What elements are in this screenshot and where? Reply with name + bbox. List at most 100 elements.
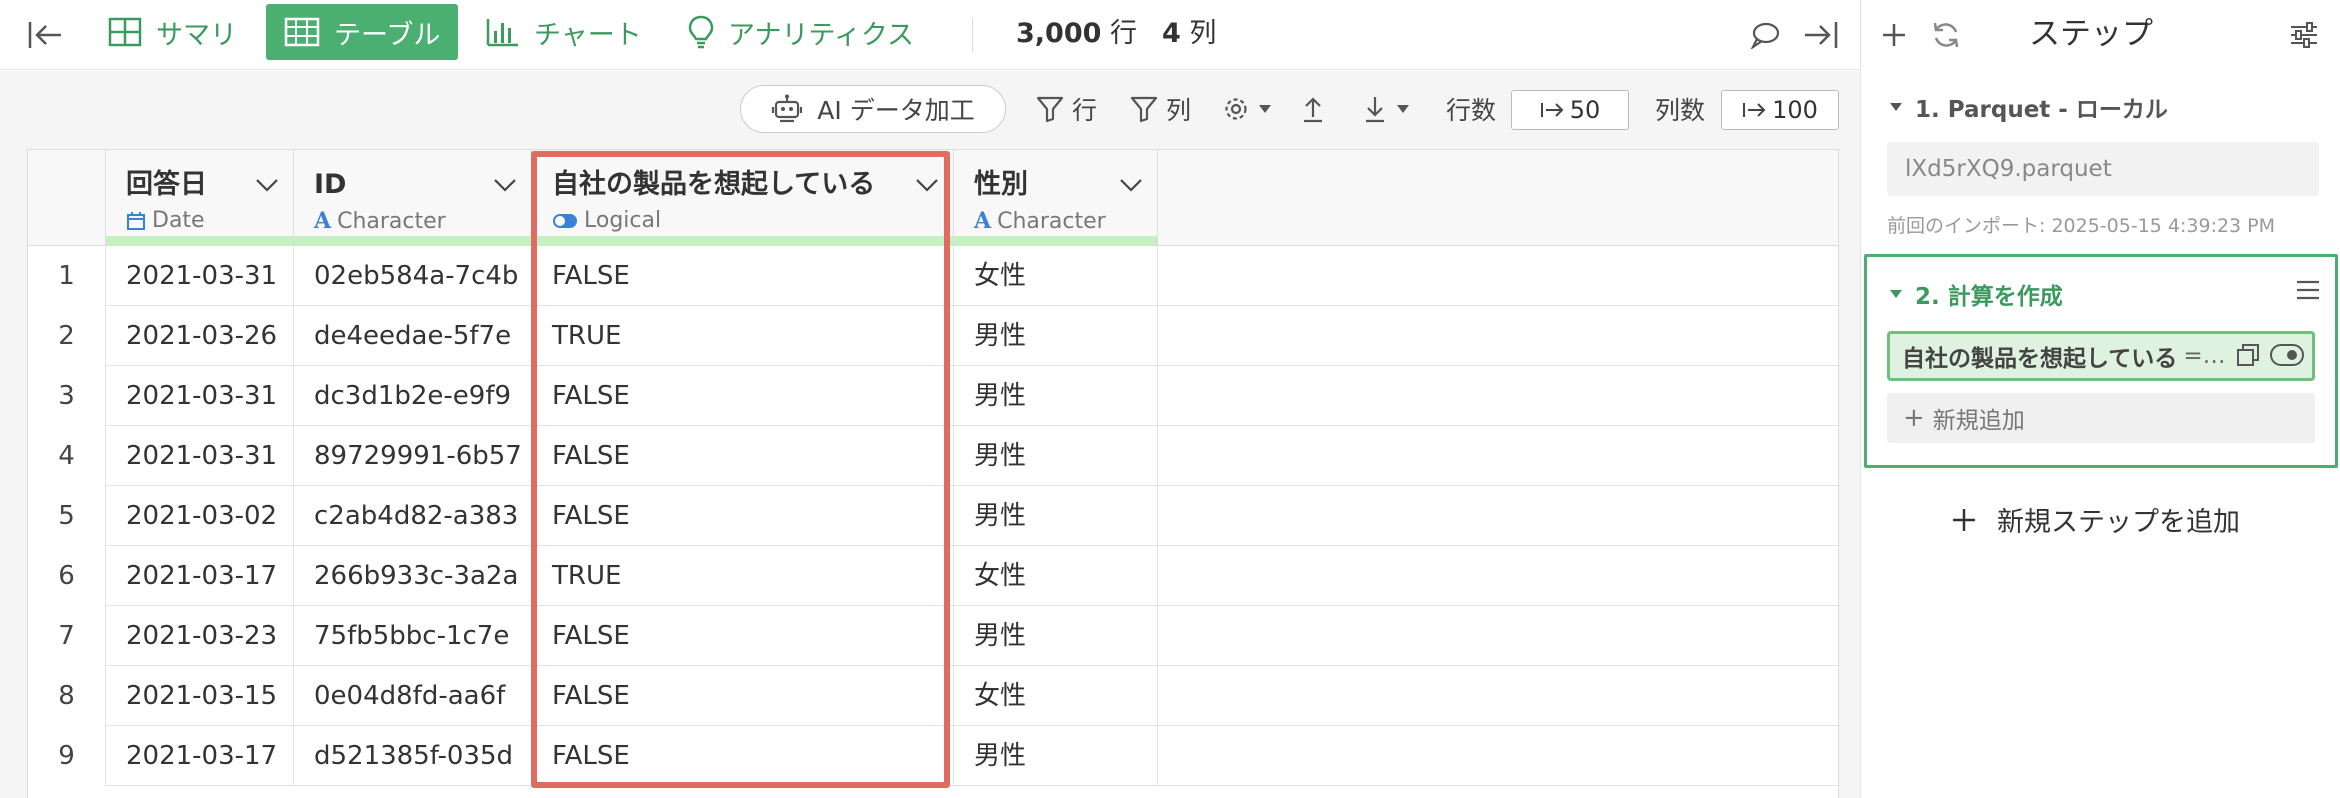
copy-icon[interactable] [2236,343,2260,367]
table-cell[interactable]: 89729991-6b57 [294,426,532,486]
chevron-down-icon[interactable] [1119,178,1143,192]
row-number: 6 [28,546,106,606]
step-1-source-file[interactable]: lXd5rXQ9.parquet [1887,142,2319,196]
rows-limit-label: 行数 [1446,96,1497,125]
toggle-visibility-icon[interactable] [2270,344,2304,366]
table-cell[interactable]: 女性 [954,546,1158,606]
table-cell[interactable]: c2ab4d82-a383 [294,486,532,546]
table-cell[interactable]: 男性 [954,306,1158,366]
tab-summary-label: サマリ [156,19,237,51]
calculation-item[interactable]: 自社の製品を想起している =… [1887,331,2315,381]
column-profile-bar [954,236,1157,246]
table-cell[interactable]: 2021-03-31 [106,426,294,486]
table-cell[interactable]: 女性 [954,666,1158,726]
column-type-label: Date [152,208,205,233]
step-1-header[interactable]: 1. Parquet - ローカル [1889,90,2168,124]
add-step-label: 新規ステップを追加 [1997,507,2240,538]
column-profile-bar [106,236,293,246]
upload-icon[interactable] [1300,85,1326,133]
tab-table[interactable]: テーブル [266,4,459,60]
column-header-logical[interactable]: 自社の製品を想起している Logical [532,150,954,246]
column-filter-button[interactable]: 列 [1130,85,1191,133]
table-cell[interactable]: 75fb5bbc-1c7e [294,606,532,666]
rows-limit-input[interactable]: 50 [1511,90,1629,130]
step-2-header[interactable]: 2. 計算を作成 [1889,277,2063,311]
chevron-down-icon[interactable] [493,178,517,192]
table-cell[interactable]: TRUE [532,306,954,366]
table-row: 7 2021-03-23 75fb5bbc-1c7e FALSE 男性 [28,606,1838,666]
table-cell[interactable]: 0e04d8fd-aa6f [294,666,532,726]
ai-data-processing-label: AI データ加工 [817,96,975,125]
tab-chart[interactable]: チャート [468,4,660,60]
table-cell[interactable]: FALSE [532,486,954,546]
tab-analytics-label: アナリティクス [728,19,915,51]
collapse-left-icon[interactable] [26,17,64,53]
step-2-card[interactable]: 2. 計算を作成 自社の製品を想起している =… + 新規追加 [1864,254,2338,468]
steps-panel-header: ステップ [1861,0,2340,70]
ai-data-processing-button[interactable]: AI データ加工 [740,85,1006,133]
table-cell[interactable]: 男性 [954,486,1158,546]
add-calculation-button[interactable]: + 新規追加 [1887,393,2315,443]
column-header-id[interactable]: ID A Character [294,150,532,246]
comment-icon[interactable] [1746,17,1784,53]
calculation-item-name: 自社の製品を想起している [1902,346,2178,372]
arrow-to-right-icon [1743,103,1766,117]
table-cell[interactable]: de4eedae-5f7e [294,306,532,366]
download-dropdown[interactable] [1362,85,1410,133]
table-cell[interactable]: 2021-03-26 [106,306,294,366]
column-count-unit: 列 [1189,18,1217,49]
character-type-icon: A [314,208,332,234]
table-cell[interactable]: 男性 [954,426,1158,486]
plus-icon[interactable] [1875,16,1913,54]
row-filter-label: 行 [1072,96,1098,125]
table-cell[interactable]: FALSE [532,246,954,306]
steps-panel-title: ステップ [2029,16,2153,52]
plus-icon: + [1903,403,1925,433]
row-count-unit: 行 [1110,18,1137,49]
table-row: 4 2021-03-31 89729991-6b57 FALSE 男性 [28,426,1838,486]
tab-summary[interactable]: サマリ [90,4,255,60]
table-cell[interactable]: FALSE [532,366,954,426]
table-cell[interactable]: 女性 [954,246,1158,306]
table-cell[interactable]: 2021-03-31 [106,366,294,426]
table-cell[interactable]: 男性 [954,366,1158,426]
table-cell[interactable]: FALSE [532,666,954,726]
chevron-down-icon[interactable] [915,178,939,192]
table-cell[interactable]: 2021-03-17 [106,726,294,786]
column-header-gender[interactable]: 性別 A Character [954,150,1158,246]
table-cell[interactable]: 2021-03-17 [106,546,294,606]
settings-dropdown[interactable] [1222,85,1272,133]
tab-analytics[interactable]: アナリティクス [670,4,932,60]
hamburger-menu-icon[interactable] [2295,279,2321,301]
cols-limit-input[interactable]: 100 [1721,90,1839,130]
table-cell[interactable]: FALSE [532,726,954,786]
chevron-down-icon[interactable] [255,178,279,192]
table-cell[interactable]: 2021-03-15 [106,666,294,726]
table-cell[interactable]: 02eb584a-7c4b [294,246,532,306]
sliders-icon[interactable] [2285,16,2323,54]
table-row: 5 2021-03-02 c2ab4d82-a383 FALSE 男性 [28,486,1838,546]
row-filter-button[interactable]: 行 [1036,85,1097,133]
toolbar-divider [972,18,973,52]
table-cell[interactable]: 男性 [954,726,1158,786]
table-cell[interactable]: FALSE [532,426,954,486]
table-cell[interactable]: d521385f-035d [294,726,532,786]
add-step-button[interactable]: 新規ステップを追加 [1951,500,2240,539]
table-cell[interactable]: FALSE [532,606,954,666]
table-cell[interactable]: 266b933c-3a2a [294,546,532,606]
refresh-icon[interactable] [1927,16,1965,54]
toggle-type-icon [553,213,577,228]
top-toolbar: サマリ テーブル チャート アナリティクス 3,000 行 4 列 [0,0,1860,70]
row-number: 3 [28,366,106,426]
grid-body: 1 2021-03-31 02eb584a-7c4b FALSE 女性 2 2021-03-… [28,246,1838,786]
table-cell[interactable]: TRUE [532,546,954,606]
table-cell[interactable]: 2021-03-31 [106,246,294,306]
table-cell[interactable]: dc3d1b2e-e9f9 [294,366,532,426]
table-cell[interactable]: 2021-03-23 [106,606,294,666]
table-cell[interactable]: 2021-03-02 [106,486,294,546]
collapse-right-icon[interactable] [1802,17,1840,53]
column-header-date[interactable]: 回答日 Date [106,150,294,246]
table-icon [284,17,320,47]
column-filter-label: 列 [1166,96,1192,125]
table-cell[interactable]: 男性 [954,606,1158,666]
